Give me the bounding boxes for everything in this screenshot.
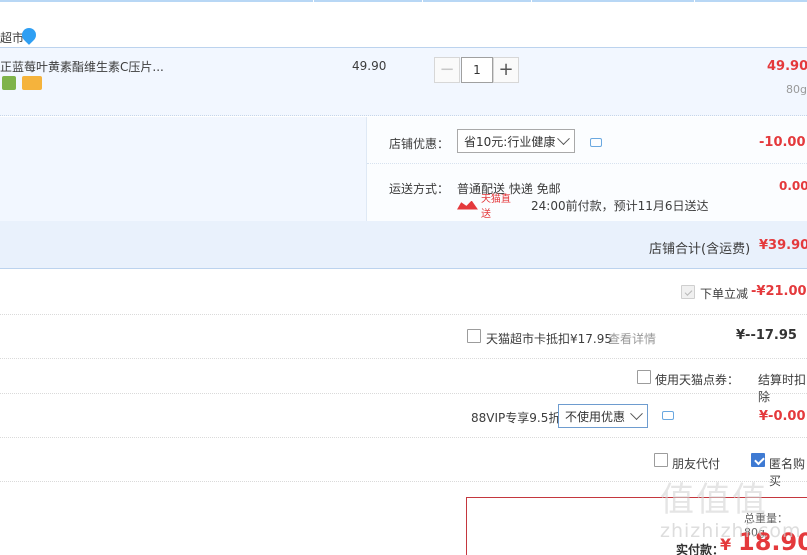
comment-icon[interactable] (590, 138, 602, 147)
vip-discount-value: 不使用优惠 (565, 409, 626, 424)
anonymous-checkbox[interactable] (751, 453, 765, 467)
view-details-link[interactable]: 查看详情 (608, 330, 656, 347)
instant-discount-checkbox[interactable] (681, 285, 695, 299)
shop-total-value: ¥39.90 (759, 238, 807, 253)
shop-discount-amount: -10.00 (759, 135, 806, 150)
seller-row (0, 22, 807, 48)
item-weight: 80g (786, 83, 807, 96)
tmall-direct-text: 天猫直送 (480, 194, 511, 220)
shipping-label: 运送方式： (389, 182, 450, 196)
service-badge-icon (2, 76, 16, 90)
item-unit-price: 49.90 (352, 59, 387, 73)
friend-pay-label: 朋友代付 (672, 457, 721, 471)
chevron-down-icon (630, 406, 643, 420)
tmall-points-checkbox[interactable] (637, 370, 651, 384)
shipping-amount: 0.00 (779, 179, 807, 193)
divider (0, 437, 807, 438)
pay-label: 实付款： (676, 543, 725, 555)
delivery-estimate: 24:00前付款，预计11月6日送达 (531, 199, 709, 213)
supermarket-card-checkbox[interactable] (467, 329, 481, 343)
shop-total-label: 店铺合计(含运费) (649, 242, 751, 257)
quantity-increase-button[interactable]: + (493, 57, 519, 83)
card-badge-icon (22, 76, 42, 90)
shop-discount-label: 店铺优惠： (389, 137, 450, 151)
shop-options-divider (367, 163, 807, 164)
shop-discount-select[interactable]: 省10元:行业健康 (457, 129, 575, 153)
item-subtotal: 49.90 (767, 59, 807, 74)
quantity-input[interactable] (461, 57, 493, 83)
chevron-down-icon (557, 131, 570, 145)
seller-name[interactable]: 超市 (0, 29, 24, 46)
supermarket-card-value: ¥--17.95 (736, 328, 797, 343)
instant-discount-value: -¥21.00 (751, 284, 807, 299)
vip-discount-select[interactable]: 不使用优惠 (558, 404, 648, 428)
shop-discount-value: 省10元:行业健康 (464, 134, 556, 149)
divider (0, 314, 807, 315)
supermarket-card-label: 天猫超市卡抵扣¥17.95 (486, 332, 612, 346)
item-title[interactable]: 正蓝莓叶黄素酯维生素C压片... (0, 58, 164, 75)
comment-icon[interactable] (662, 411, 674, 420)
header-top-line (0, 0, 807, 3)
vip-discount-label: 88VIP专享9.5折 (471, 411, 561, 425)
quantity-decrease-button[interactable]: − (434, 57, 460, 83)
anonymous-label: 匿名购买 (769, 457, 806, 488)
quantity-stepper: − + (434, 57, 519, 83)
watermark-domain: zhizhizhi.com (660, 520, 802, 542)
divider (0, 358, 807, 359)
divider (0, 393, 807, 394)
tmall-points-note: 结算时扣除 (758, 373, 807, 404)
watermark-logo: 值值值 (660, 480, 768, 520)
vip-discount-amount: ¥-0.00 (759, 409, 806, 424)
tmall-logo-icon (457, 200, 478, 210)
tmall-points-label: 使用天猫点券： (655, 373, 740, 387)
friend-pay-checkbox[interactable] (654, 453, 668, 467)
instant-discount-label: 下单立减 (700, 287, 749, 301)
tmall-direct-badge: 天猫直送 (457, 194, 519, 220)
